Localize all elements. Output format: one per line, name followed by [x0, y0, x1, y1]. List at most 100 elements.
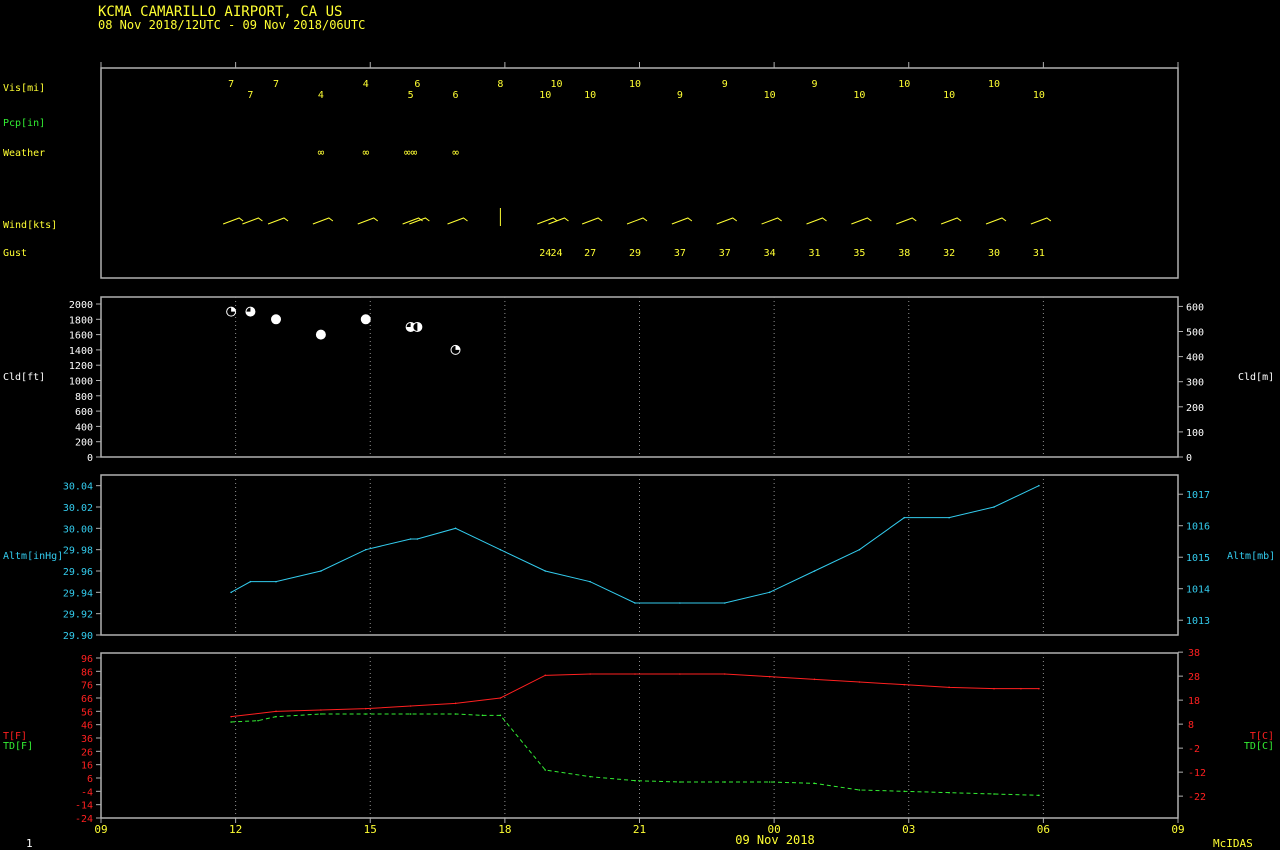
time-tick-label: 09	[94, 823, 107, 836]
altimeter-left-tick-label: 29.98	[63, 546, 93, 557]
temperature-point	[634, 673, 636, 675]
visibility-value: 5	[408, 90, 414, 101]
gust-value: 37	[674, 248, 686, 259]
dewpoint-point	[275, 715, 277, 718]
cloud-left-tick-label: 1600	[69, 331, 93, 342]
cloud-right-tick-label: 200	[1186, 403, 1204, 414]
gust-value: 30	[988, 248, 1000, 259]
visibility-value: 10	[629, 79, 641, 90]
cloud-cover-fill	[455, 345, 461, 350]
altimeter-series	[230, 484, 1040, 604]
wind-barb	[537, 217, 558, 225]
cloud-left-tick-label: 600	[75, 407, 93, 418]
dewpoint-point	[589, 775, 591, 778]
wind-barb	[806, 217, 827, 225]
vis-label: Vis[mi]	[3, 83, 45, 94]
temperature-point	[768, 675, 771, 678]
altimeter-right-tick-label: 1014	[1186, 585, 1210, 596]
time-tick-label: 21	[633, 823, 646, 836]
altimeter-right-tick-label: 1016	[1186, 522, 1210, 533]
mcidas-brand: McIDAS	[1213, 837, 1253, 850]
visibility-value: 9	[722, 79, 728, 90]
gust-value: 27	[584, 248, 596, 259]
altimeter-point	[634, 602, 636, 604]
dewpoint-point	[409, 713, 412, 715]
altimeter-point	[416, 538, 419, 540]
time-range: 08 Nov 2018/12UTC - 09 Nov 2018/06UTC	[98, 18, 365, 32]
temperature-point	[454, 702, 457, 705]
visibility-value: 10	[898, 79, 910, 90]
visibility-value: 8	[497, 79, 503, 90]
altimeter-point	[768, 591, 771, 594]
dewpoint-point	[634, 779, 636, 782]
temperature-series	[230, 673, 1040, 797]
temperature-point	[409, 705, 412, 707]
weather-symbol: ∞∞	[404, 146, 418, 159]
dewpoint-point	[230, 721, 232, 723]
altimeter-point	[723, 602, 726, 604]
cloud-cover-marker	[360, 314, 371, 325]
dewpoint-point	[481, 714, 484, 717]
cloud-left-tick-label: 800	[75, 392, 93, 403]
wind-barb	[242, 217, 263, 225]
wind-barb	[267, 217, 289, 225]
visibility-value: 7	[247, 90, 253, 101]
wind-barb	[671, 217, 693, 225]
dewpoint-point	[813, 782, 816, 785]
visibility-value: 10	[1033, 90, 1045, 101]
visibility-value: 9	[811, 79, 817, 90]
altimeter-right-tick-label: 1013	[1186, 616, 1210, 627]
wind-barb	[357, 217, 379, 225]
temperature-left-tick-label: 46	[81, 721, 93, 732]
wind-barb	[851, 217, 872, 225]
temperature-axes: -24 -14 -4 6 16 26 36 46 56 66 76 86 96 -22 -12 -2 8 18 28…	[75, 648, 1206, 825]
altimeter-axes: 29.90 29.92 29.94 29.96 29.98 30.00 30.02 30.04…	[63, 482, 1210, 642]
altimeter-point	[589, 580, 591, 583]
dewpoint-point	[948, 791, 950, 794]
visibility-value: 4	[363, 79, 369, 90]
temperature-point	[1038, 687, 1040, 690]
weather-label: Weather	[3, 148, 45, 159]
temperature-right-tick-label: -12	[1188, 768, 1206, 779]
dewpoint-point	[454, 713, 457, 715]
gust-value: 24	[550, 248, 562, 259]
cld-m-label: Cld[m]	[1238, 372, 1274, 383]
temperature-right-tick-label: 8	[1188, 720, 1194, 731]
temperature-left-tick-label: 76	[81, 681, 93, 692]
altimeter-point	[454, 527, 457, 530]
gust-value: 31	[808, 248, 820, 259]
visibility-value: 10	[943, 90, 955, 101]
wind-barb	[626, 217, 648, 225]
visibility-value: 10	[853, 90, 865, 101]
altm-inhg-label: Altm[inHg]	[3, 551, 63, 562]
wind-barb	[985, 217, 1007, 225]
weather-symbol: ∞	[452, 146, 459, 159]
temperature-left-tick-label: 96	[81, 654, 93, 665]
td-c-label: TD[C]	[1244, 741, 1274, 752]
temperature-left-tick-label: 56	[81, 707, 93, 718]
wind-barb	[581, 217, 603, 225]
wind-barb	[222, 217, 244, 225]
altimeter-left-tick-label: 29.92	[63, 610, 93, 621]
time-tick-label: 15	[364, 823, 377, 836]
altm-mb-label: Altm[mb]	[1227, 551, 1275, 562]
cloud-axes: 0 200 400 600 800 1000 1200 1400 1600 1800 2000 0 10…	[69, 300, 1204, 464]
dewpoint-point	[858, 789, 861, 791]
temperature-line	[231, 673, 1039, 718]
cloud-cover-marker	[315, 329, 326, 340]
visibility-value: 6	[414, 79, 420, 90]
weather-symbols: ∞ ∞ ∞∞ ∞	[318, 146, 460, 159]
frame-number: 1	[26, 837, 33, 850]
dewpoint-line	[231, 713, 1039, 796]
dewpoint-point	[903, 790, 906, 793]
temperature-point	[948, 686, 950, 689]
cloud-left-tick-label: 1000	[69, 377, 93, 388]
temperature-right-tick-label: -2	[1188, 744, 1200, 755]
cloud-right-tick-label: 400	[1186, 353, 1204, 364]
weather-symbol: ∞	[318, 146, 325, 159]
dewpoint-point	[320, 713, 322, 715]
temperature-right-tick-label: 28	[1188, 672, 1200, 683]
dewpoint-point	[679, 781, 681, 783]
dewpoint-point	[1038, 794, 1040, 797]
altimeter-point	[364, 548, 367, 551]
